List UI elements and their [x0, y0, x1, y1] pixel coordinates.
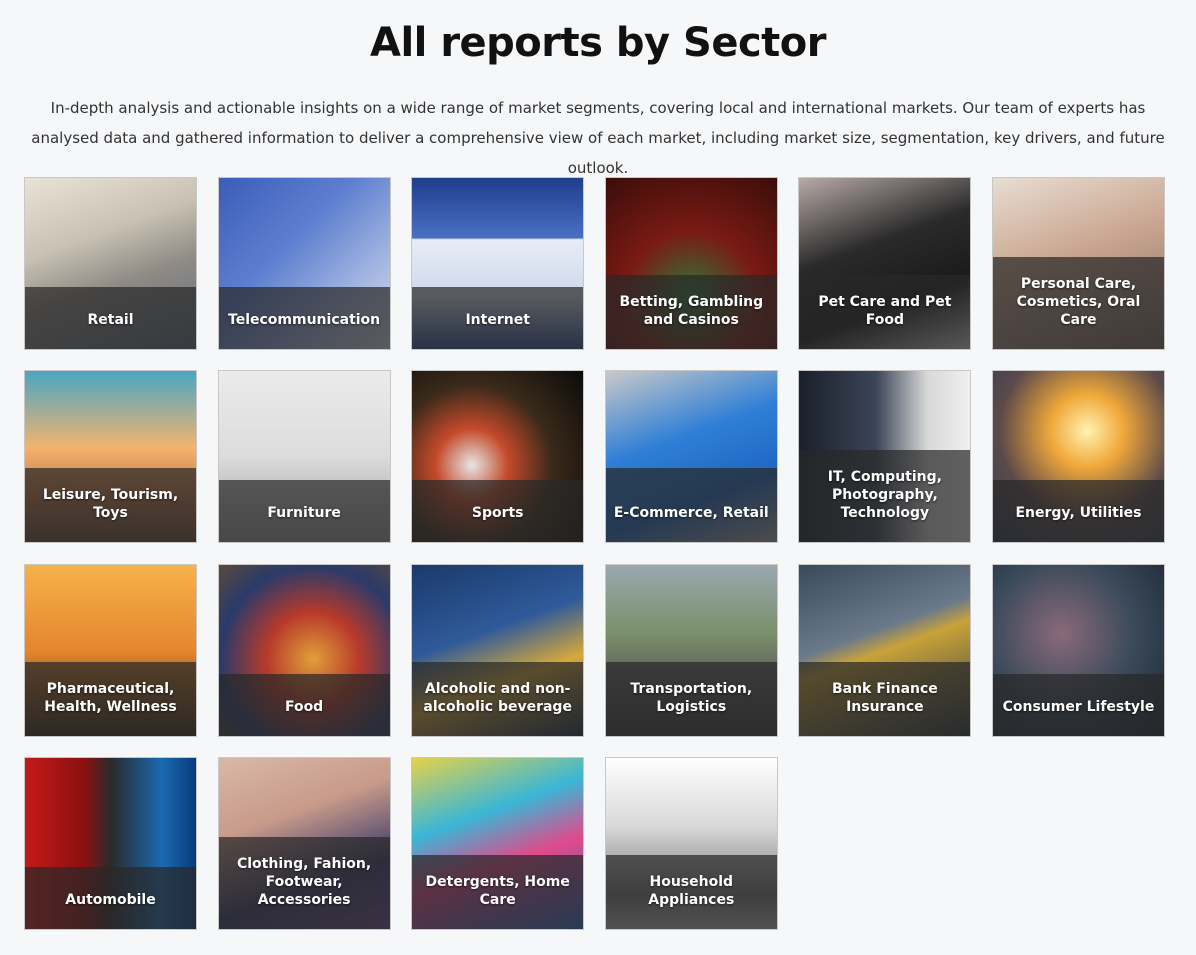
sector-label: Consumer Lifestyle — [1002, 698, 1155, 715]
sector-tile-betting[interactable]: Betting, Gambling and Casinos — [604, 177, 778, 350]
sector-tile-beverage[interactable]: Alcoholic and non-alcoholic beverage — [411, 563, 585, 737]
sector-label: Alcoholic and non-alcoholic beverage — [423, 680, 572, 715]
sector-label: Leisure, Tourism, Toys — [42, 487, 179, 522]
sector-label: Betting, Gambling and Casinos — [619, 294, 764, 328]
sector-label: Telecommunication — [228, 312, 381, 328]
sector-tile-sports[interactable]: Sports — [411, 370, 585, 544]
sector-tile-automobile[interactable]: Automobile — [24, 756, 197, 930]
sector-tile-personal-care[interactable]: Personal Care, Cosmetics, Oral Care — [991, 177, 1165, 350]
sector-tile-it[interactable]: IT, Computing, Photography, Technology — [798, 370, 972, 544]
sector-tile-pet-care[interactable]: Pet Care and Pet Food — [798, 177, 972, 350]
intro-paragraph: In-depth analysis and actionable insight… — [31, 99, 1165, 177]
sector-label: Food — [284, 698, 324, 715]
sector-label: Pharmaceutical, Health, Wellness — [44, 680, 177, 715]
sector-label: Retail — [87, 312, 134, 328]
sector-grid: Retail Telecommunication Internet Bettin… — [24, 177, 1165, 930]
sector-tile-transportation[interactable]: Transportation, Logistics — [604, 563, 778, 737]
sector-label: Transportation, Logistics — [630, 680, 753, 715]
sector-tile-consumer-lifestyle[interactable]: Consumer Lifestyle — [991, 563, 1165, 737]
sector-tile-internet[interactable]: Internet — [411, 177, 585, 350]
sector-label: Internet — [465, 312, 530, 328]
sector-tile-energy[interactable]: Energy, Utilities — [991, 370, 1165, 544]
sector-label: Energy, Utilities — [1015, 505, 1142, 522]
sector-tile-ecommerce[interactable]: E-Commerce, Retail — [604, 370, 778, 544]
sector-tile-food[interactable]: Food — [217, 563, 391, 737]
sector-label: IT, Computing, Photography, Technology — [827, 469, 942, 522]
sector-label: Bank Finance Insurance — [831, 680, 938, 715]
sector-tile-clothing[interactable]: Clothing, Fahion, Footwear, Accessories — [217, 756, 391, 930]
sector-tile-leisure[interactable]: Leisure, Tourism, Toys — [24, 370, 197, 544]
sector-tile-furniture[interactable]: Furniture — [217, 370, 391, 544]
sector-tile-retail[interactable]: Retail — [24, 177, 197, 350]
sector-label: Detergents, Home Care — [425, 873, 570, 908]
sector-tile-telecommunication[interactable]: Telecommunication — [217, 177, 391, 350]
sector-tile-household-appliances[interactable]: Household Appliances — [604, 756, 778, 930]
sector-label: E-Commerce, Retail — [613, 505, 769, 522]
sector-label: Sports — [471, 505, 524, 522]
sector-label: Pet Care and Pet Food — [818, 294, 952, 328]
sector-label: Automobile — [65, 891, 156, 908]
sector-label: Personal Care, Cosmetics, Oral Care — [1016, 276, 1141, 328]
sector-tile-detergents[interactable]: Detergents, Home Care — [411, 756, 585, 930]
page-title: All reports by Sector — [370, 20, 826, 66]
sector-tile-bank-finance[interactable]: Bank Finance Insurance — [798, 563, 972, 737]
sector-tile-pharmaceutical[interactable]: Pharmaceutical, Health, Wellness — [24, 563, 197, 737]
sector-label: Clothing, Fahion, Footwear, Accessories — [236, 855, 372, 908]
sector-label: Furniture — [267, 505, 341, 522]
sector-label: Household Appliances — [648, 873, 735, 908]
